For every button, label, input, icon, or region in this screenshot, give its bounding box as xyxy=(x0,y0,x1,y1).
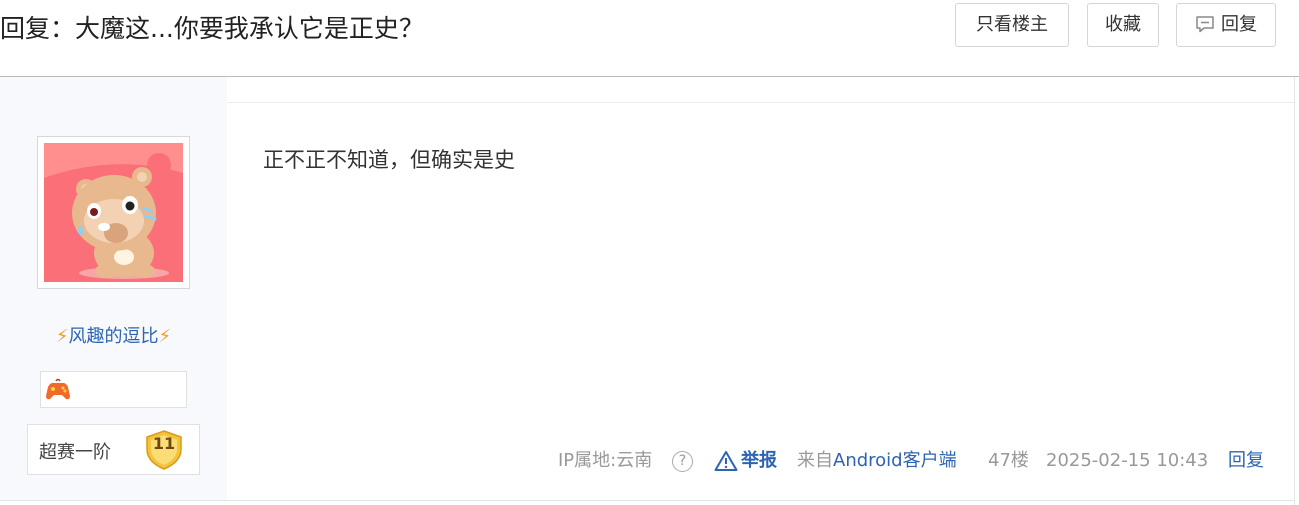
level-number: 11 xyxy=(152,434,176,453)
floor-number: 47楼 xyxy=(988,450,1029,471)
only-owner-button[interactable]: 只看楼主 xyxy=(955,3,1069,47)
divider xyxy=(227,102,1294,103)
lightning-icon: ⚡ xyxy=(158,326,172,347)
avatar-bear-image xyxy=(44,143,183,282)
divider xyxy=(1294,77,1295,505)
post-content: 正不正不知道，但确实是史 xyxy=(263,148,515,172)
reply-button-label: 回复 xyxy=(1221,14,1257,35)
help-icon[interactable]: ? xyxy=(672,451,693,472)
lightning-icon: ⚡ xyxy=(55,326,69,347)
divider xyxy=(0,500,1294,501)
post-source: 来自Android客户端 xyxy=(797,449,957,473)
comment-icon xyxy=(1196,16,1214,33)
game-controller-badge-icon xyxy=(46,378,70,400)
thread-title: 回复：大魔这...你要我承认它是正史？ xyxy=(0,14,424,43)
thread-header: 回复：大魔这...你要我承认它是正史？ 只看楼主 收藏 回复 xyxy=(0,0,1299,77)
report-link[interactable]: 举报 xyxy=(741,449,777,473)
reply-link[interactable]: 回复 xyxy=(1228,449,1264,473)
reply-button[interactable]: 回复 xyxy=(1176,3,1276,47)
user-level-box[interactable]: 超赛一阶 11 xyxy=(27,424,200,475)
username-label: 风趣的逗比 xyxy=(68,326,159,347)
source-prefix: 来自 xyxy=(797,450,833,471)
post-time: 2025-02-15 10:43 xyxy=(1046,450,1209,471)
username-link[interactable]: ⚡风趣的逗比⚡ xyxy=(0,322,227,348)
favorite-button[interactable]: 收藏 xyxy=(1087,3,1159,47)
client-link[interactable]: Android客户端 xyxy=(833,450,957,471)
warning-icon[interactable] xyxy=(714,450,738,472)
user-badge-box[interactable] xyxy=(40,371,187,408)
avatar[interactable] xyxy=(37,136,190,289)
ip-location: IP属地:云南 xyxy=(558,450,653,471)
level-name: 超赛一阶 xyxy=(39,442,111,463)
